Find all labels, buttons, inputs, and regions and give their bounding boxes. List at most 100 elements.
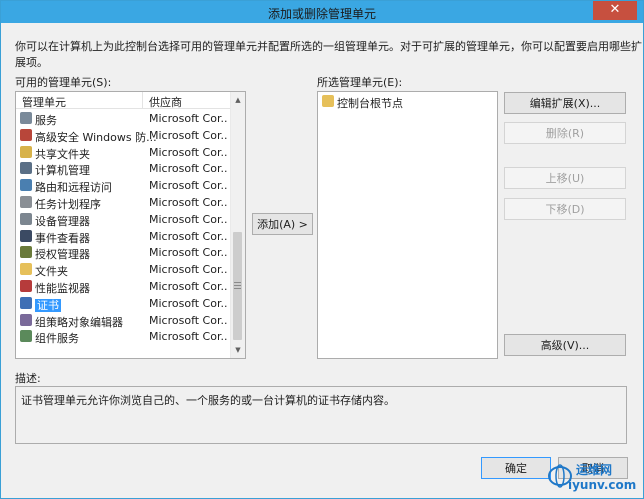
- snapin-name-text: 共享文件夹: [35, 147, 90, 161]
- move-down-button[interactable]: 下移(D): [504, 198, 626, 220]
- folder-icon: [20, 263, 32, 276]
- snapin-name: 性能监视器: [35, 280, 90, 296]
- component-services-icon: [20, 330, 32, 343]
- list-item[interactable]: 事件查看器 Microsoft Cor...: [17, 228, 228, 245]
- snapin-vendor: Microsoft Cor...: [149, 330, 227, 344]
- title-bar: 添加或删除管理单元 ✕: [1, 1, 643, 23]
- list-item[interactable]: 路由和远程访问 Microsoft Cor...: [17, 177, 228, 194]
- selected-snapins-list[interactable]: 控制台根节点: [317, 91, 498, 359]
- watermark-line2: iyunv.com: [568, 478, 637, 492]
- snapin-vendor: Microsoft Cor...: [149, 212, 227, 226]
- list-item[interactable]: 服务 Microsoft Cor...: [17, 110, 228, 127]
- snapin-name-text: 组策略对象编辑器: [35, 315, 123, 329]
- snapin-vendor: Microsoft Cor...: [149, 128, 227, 142]
- list-item[interactable]: 共享文件夹 Microsoft Cor...: [17, 144, 228, 161]
- snapin-vendor: Microsoft Cor...: [149, 280, 227, 293]
- routing-icon: [20, 179, 32, 192]
- snapin-name-text: 计算机管理: [35, 164, 90, 178]
- snapin-name-text: 高级安全 Windows 防...: [35, 130, 157, 144]
- snapin-name: 文件夹: [35, 263, 68, 279]
- selected-item-name: 控制台根节点: [337, 97, 403, 110]
- scroll-down-arrow[interactable]: ▼: [231, 343, 245, 357]
- snapin-name: 服务: [35, 112, 57, 128]
- list-item[interactable]: 证书 Microsoft Cor...: [17, 295, 228, 312]
- snapin-name-text: 设备管理器: [35, 214, 90, 228]
- list-item[interactable]: 组件服务 Microsoft Cor...: [17, 328, 228, 345]
- snapin-name-text: 证书: [35, 298, 61, 312]
- watermark-line1: 运维网: [576, 463, 613, 477]
- list-item[interactable]: 计算机管理 Microsoft Cor...: [17, 160, 228, 177]
- add-remove-snapins-dialog: 添加或删除管理单元 ✕ 你可以在计算机上为此控制台选择可用的管理单元并配置所选的…: [0, 0, 644, 499]
- snapin-vendor: Microsoft Cor...: [149, 263, 227, 277]
- available-snapins-label: 可用的管理单元(S):: [15, 76, 112, 89]
- list-item[interactable]: 设备管理器 Microsoft Cor...: [17, 211, 228, 228]
- intro-text: 你可以在计算机上为此控制台选择可用的管理单元并配置所选的一组管理单元。对于可扩展…: [15, 40, 642, 69]
- column-header-vendor[interactable]: 供应商: [149, 94, 182, 110]
- firewall-icon: [20, 128, 32, 141]
- group-policy-icon: [20, 313, 32, 326]
- selected-snapins-label: 所选管理单元(E):: [317, 76, 403, 89]
- site-watermark-logo: 运维网 iyunv.com: [546, 459, 636, 493]
- remove-button[interactable]: 删除(R): [504, 122, 626, 144]
- authorization-icon: [20, 246, 32, 259]
- snapin-name: 共享文件夹: [35, 146, 90, 162]
- snapin-name: 计算机管理: [35, 162, 90, 178]
- list-item[interactable]: 任务计划程序 Microsoft Cor...: [17, 194, 228, 211]
- snapin-vendor: Microsoft Cor...: [149, 179, 227, 193]
- list-header: 管理单元 供应商: [16, 92, 231, 109]
- snapin-name: 事件查看器: [35, 230, 90, 246]
- move-up-button[interactable]: 上移(U): [504, 167, 626, 189]
- vertical-scrollbar[interactable]: ▲ ▼: [230, 92, 245, 358]
- snapin-vendor: Microsoft Cor...: [149, 229, 227, 243]
- description-label: 描述:: [15, 372, 41, 385]
- snapin-vendor: Microsoft Cor...: [149, 246, 227, 260]
- snapin-name: 设备管理器: [35, 213, 90, 229]
- scroll-thumb[interactable]: [233, 232, 242, 340]
- ok-button[interactable]: 确定: [481, 457, 551, 479]
- snapin-name-text: 路由和远程访问: [35, 181, 112, 195]
- edit-extensions-button[interactable]: 编辑扩展(X)...: [504, 92, 626, 114]
- shared-folder-icon: [20, 145, 32, 158]
- snapin-vendor: Microsoft Cor...: [149, 313, 227, 327]
- snapin-name: 路由和远程访问: [35, 179, 112, 195]
- snapin-name-text: 事件查看器: [35, 231, 90, 245]
- list-item[interactable]: 控制台根节点: [319, 93, 494, 110]
- available-snapins-list[interactable]: 管理单元 供应商 服务 Microsoft Cor... 高级安全 Windows …: [15, 91, 246, 359]
- column-header-name[interactable]: 管理单元: [22, 94, 66, 110]
- computer-management-icon: [20, 162, 32, 175]
- snapin-vendor: Microsoft Cor...: [149, 162, 227, 176]
- close-button[interactable]: ✕: [593, 1, 637, 20]
- list-item[interactable]: 授权管理器 Microsoft Cor...: [17, 244, 228, 261]
- list-item[interactable]: 性能监视器 Microsoft Cor...: [17, 278, 228, 295]
- snapin-vendor: Microsoft Cor...: [149, 196, 227, 209]
- snapin-name: 任务计划程序: [35, 196, 101, 212]
- column-separator: [142, 92, 143, 108]
- advanced-button[interactable]: 高级(V)...: [504, 334, 626, 356]
- snapin-name-text: 文件夹: [35, 265, 68, 279]
- snapin-name-text: 组件服务: [35, 332, 79, 346]
- device-manager-icon: [20, 212, 32, 225]
- gear-icon: [20, 112, 32, 124]
- snapin-name-text: 性能监视器: [35, 282, 90, 295]
- clock-icon: [20, 196, 32, 208]
- performance-icon: [20, 280, 32, 292]
- snapin-name-text: 授权管理器: [35, 248, 90, 262]
- description-box: 证书管理单元允许你浏览自己的、一个服务的或一台计算机的证书存储内容。: [15, 386, 627, 444]
- snapin-name-text: 任务计划程序: [35, 198, 101, 211]
- snapin-name: 高级安全 Windows 防...: [35, 129, 157, 145]
- snapin-vendor: Microsoft Cor...: [149, 296, 227, 310]
- event-viewer-icon: [20, 229, 32, 242]
- snapin-vendor: Microsoft Cor...: [149, 112, 227, 125]
- folder-icon: [322, 95, 334, 107]
- snapin-name: 组策略对象编辑器: [35, 314, 123, 330]
- snapin-vendor: Microsoft Cor...: [149, 145, 227, 159]
- scroll-up-arrow[interactable]: ▲: [231, 93, 245, 107]
- list-item[interactable]: 组策略对象编辑器 Microsoft Cor...: [17, 312, 228, 329]
- snapin-name: 组件服务: [35, 330, 79, 346]
- list-item[interactable]: 文件夹 Microsoft Cor...: [17, 261, 228, 278]
- snapin-name-text: 服务: [35, 114, 57, 127]
- list-item[interactable]: 高级安全 Windows 防... Microsoft Cor...: [17, 127, 228, 144]
- snapin-name: 证书: [35, 297, 61, 313]
- certificate-icon: [20, 296, 32, 309]
- add-button[interactable]: 添加(A) >: [252, 213, 313, 235]
